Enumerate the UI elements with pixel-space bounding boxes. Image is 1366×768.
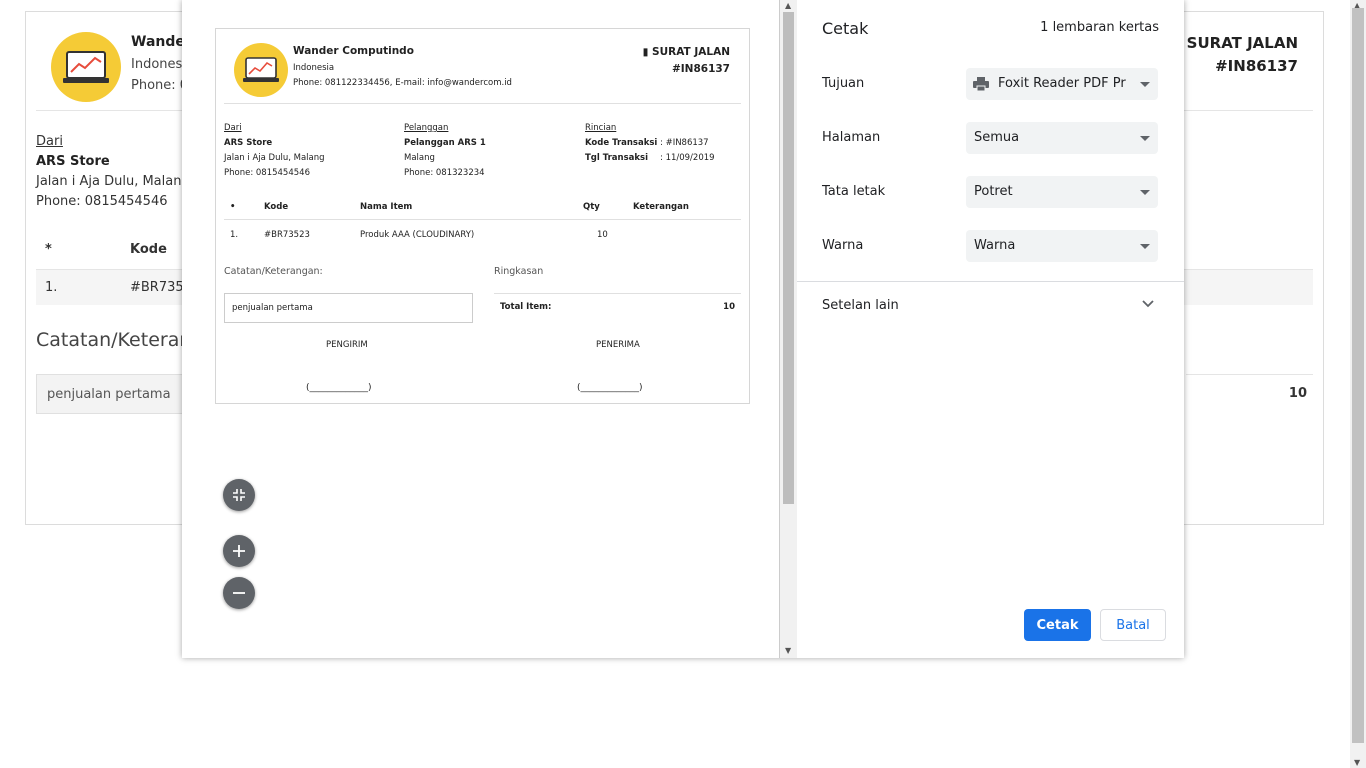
table-header-code: Kode bbox=[264, 202, 289, 212]
pages-label: Halaman bbox=[822, 130, 881, 145]
layout-label: Tata letak bbox=[822, 184, 886, 199]
from-phone: Phone: 0815454546 bbox=[36, 194, 168, 209]
destination-label: Tujuan bbox=[822, 76, 865, 91]
chevron-down-icon bbox=[1142, 300, 1154, 308]
row-index: 1. bbox=[45, 280, 58, 295]
notes-label: Catatan/Keterangan: bbox=[224, 266, 323, 277]
color-value: Warna bbox=[974, 238, 1016, 253]
sender-signature-line: (_____________) bbox=[306, 383, 372, 393]
zoom-in-button[interactable] bbox=[223, 535, 255, 567]
zoom-out-icon bbox=[233, 592, 245, 594]
chevron-down-icon bbox=[1140, 82, 1150, 87]
more-settings-expand[interactable] bbox=[1142, 298, 1154, 311]
layout-value: Potret bbox=[974, 184, 1013, 199]
chevron-down-icon bbox=[1140, 136, 1150, 141]
scroll-down-icon[interactable]: ▼ bbox=[785, 646, 791, 655]
divider bbox=[224, 219, 741, 220]
row-item: Produk AAA (CLOUDINARY) bbox=[360, 230, 475, 240]
total-value: 10 bbox=[723, 302, 735, 312]
divider bbox=[494, 293, 741, 294]
scrollbar-thumb[interactable] bbox=[1352, 8, 1364, 743]
document-title: ▮ SURAT JALAN bbox=[642, 46, 730, 58]
fit-to-page-button[interactable] bbox=[223, 479, 255, 511]
layout-select[interactable]: Potret bbox=[966, 176, 1158, 208]
zoom-in-icon bbox=[233, 545, 245, 557]
preview-scrollbar[interactable]: ▲ ▼ bbox=[780, 0, 797, 658]
chevron-down-icon bbox=[1140, 190, 1150, 195]
panel-title: Cetak bbox=[822, 19, 869, 38]
cancel-button[interactable]: Batal bbox=[1100, 609, 1166, 641]
destination-select[interactable]: Foxit Reader PDF Print bbox=[966, 68, 1158, 100]
divider bbox=[224, 103, 741, 104]
color-select[interactable]: Warna bbox=[966, 230, 1158, 262]
destination-value: Foxit Reader PDF Print bbox=[998, 76, 1126, 91]
chevron-down-icon bbox=[1140, 244, 1150, 249]
print-settings-panel: Cetak 1 lembaran kertas Tujuan Foxit Rea… bbox=[797, 0, 1184, 658]
print-dialog: Wander Computindo Indonesia Phone: 08112… bbox=[182, 0, 1184, 658]
scroll-down-icon[interactable]: ▼ bbox=[1354, 758, 1360, 767]
company-name: Wander Computindo bbox=[293, 45, 414, 57]
fit-to-page-icon bbox=[233, 489, 245, 501]
row-index: 1. bbox=[230, 230, 239, 240]
total-label: Total Item: bbox=[500, 302, 552, 312]
from-address: Jalan i Aja Dulu, Malang bbox=[36, 174, 190, 189]
from-store: ARS Store bbox=[36, 154, 110, 169]
table-header-index: • bbox=[230, 202, 236, 212]
company-contact: Phone: 081122334456, E-mail: info@wander… bbox=[293, 78, 512, 88]
table-header-code: Kode bbox=[130, 242, 167, 257]
divider bbox=[1186, 374, 1313, 375]
company-country: Indonesia bbox=[293, 63, 335, 73]
table-header-index: * bbox=[45, 242, 52, 257]
document-code: #IN86137 bbox=[671, 63, 730, 75]
window-scrollbar[interactable]: ▲ ▼ bbox=[1350, 0, 1366, 768]
row-code: #BR73523 bbox=[264, 230, 310, 240]
notes-box: penjualan pertama bbox=[224, 293, 473, 323]
document-title: ▮ SURAT JALAN bbox=[1173, 34, 1298, 52]
receiver-signature-line: (_____________) bbox=[577, 383, 643, 393]
pages-select[interactable]: Semua bbox=[966, 122, 1158, 154]
sheet-count: 1 lembaran kertas bbox=[1040, 20, 1159, 35]
row-qty: 10 bbox=[597, 230, 608, 240]
table-header-qty: Qty bbox=[583, 202, 600, 212]
customer-block: Pelanggan Pelanggan ARS 1 Malang Phone: … bbox=[404, 123, 486, 178]
divider bbox=[797, 281, 1184, 282]
book-icon: ▮ bbox=[642, 46, 653, 58]
company-logo bbox=[234, 43, 288, 97]
table-header-item: Nama Item bbox=[360, 202, 413, 212]
print-preview: Wander Computindo Indonesia Phone: 08112… bbox=[182, 0, 780, 658]
scrollbar-thumb[interactable] bbox=[783, 12, 794, 504]
scroll-up-icon[interactable]: ▲ bbox=[785, 1, 791, 10]
receiver-label: PENERIMA bbox=[596, 340, 640, 350]
print-button[interactable]: Cetak bbox=[1024, 609, 1091, 641]
color-label: Warna bbox=[822, 238, 864, 253]
from-label: Dari bbox=[36, 134, 63, 149]
pages-value: Semua bbox=[974, 130, 1020, 145]
zoom-out-button[interactable] bbox=[223, 577, 255, 609]
more-settings-toggle[interactable]: Setelan lain bbox=[822, 298, 899, 313]
document-code: #IN86137 bbox=[1215, 57, 1298, 75]
printer-icon bbox=[973, 77, 989, 91]
details-block: Rincian Kode Transaksi: #IN86137 Tgl Tra… bbox=[585, 123, 715, 163]
company-logo bbox=[51, 32, 121, 102]
notes-heading: Catatan/Keterang bbox=[36, 329, 204, 351]
total-value: 10 bbox=[1288, 386, 1307, 401]
summary-label: Ringkasan bbox=[494, 266, 544, 277]
notes-field: penjualan pertama bbox=[36, 374, 196, 414]
from-block: Dari ARS Store Jalan i Aja Dulu, Malang … bbox=[224, 123, 325, 178]
table-header-notes: Keterangan bbox=[633, 202, 689, 212]
sender-label: PENGIRIM bbox=[326, 340, 368, 350]
preview-sheet: Wander Computindo Indonesia Phone: 08112… bbox=[215, 28, 750, 404]
